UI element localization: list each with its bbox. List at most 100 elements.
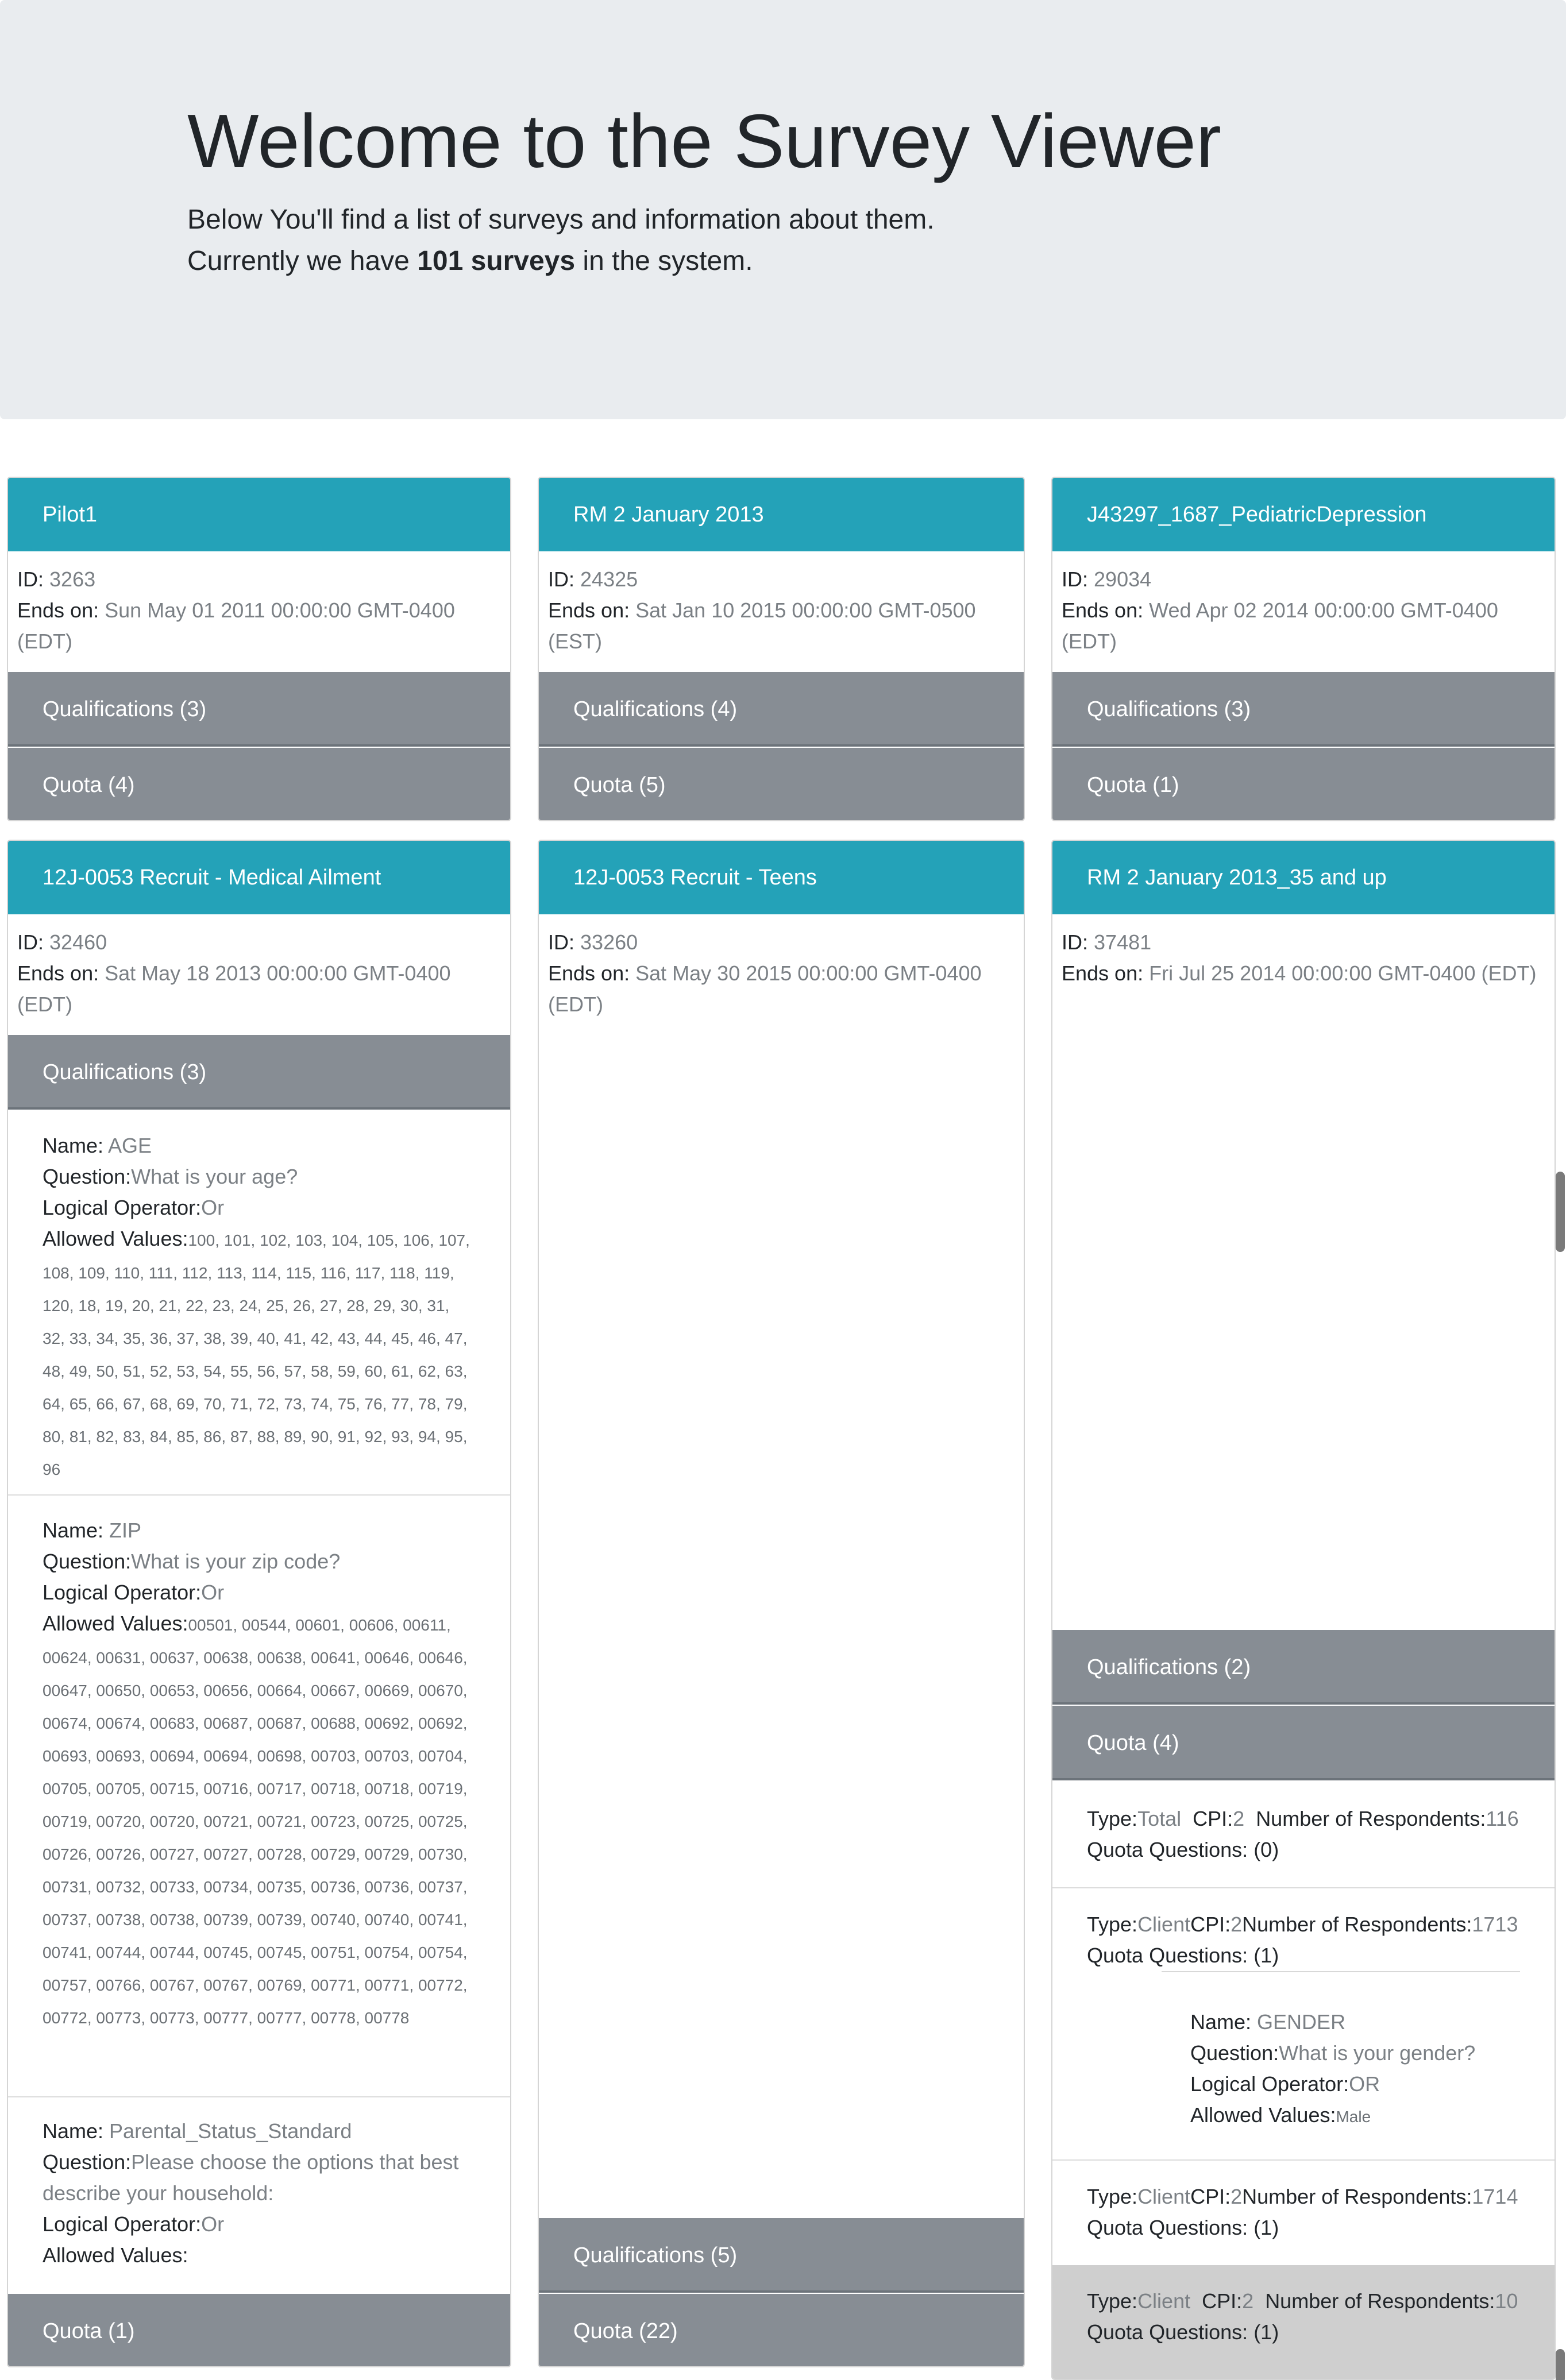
question-label: Question: [43,1165,132,1188]
page-title: Welcome to the Survey Viewer [187,99,1221,183]
qualifications-toggle[interactable]: Qualifications (2) [1052,1630,1555,1705]
divider [1162,1971,1520,1972]
survey-title[interactable]: Pilot1 [8,478,510,551]
qualifications-toggle[interactable]: Qualifications (3) [8,1035,510,1110]
ends-on-label: Ends on: [548,598,630,622]
survey-card: Pilot1 ID: 3263 Ends on: Sun May 01 2011… [7,477,511,821]
scrollbar-thumb[interactable] [1556,1172,1565,1252]
survey-title[interactable]: 12J-0053 Recruit - Teens [539,841,1024,914]
quota-toggle[interactable]: Quota (4) [8,748,510,820]
allowed-values: 100, 101, 102, 103, 104, 105, 106, 107, … [43,1231,470,1478]
allowed-values-label: Allowed Values: [43,1612,188,1635]
question-label: Question: [43,2150,132,2174]
quota-respondents: 10 [1495,2289,1518,2313]
survey-card: 12J-0053 Recruit - Medical Ailment ID: 3… [7,840,511,2367]
ends-on-label: Ends on: [17,961,99,985]
divider [8,2096,510,2097]
id-label: ID: [1062,567,1089,591]
quota-type: Client [1137,2185,1191,2208]
quota-questions-label: Quota Questions: [1087,1944,1248,1967]
survey-count: 101 surveys [417,246,576,276]
quota-type: Client [1137,1912,1191,1936]
ends-on-label: Ends on: [548,961,630,985]
quota-item: Type:ClientCPI:2Number of Respondents:17… [1087,1909,1532,1971]
survey-count-text: Currently we have 101 surveys in the sys… [187,245,753,278]
quota-type: Client [1137,2289,1191,2313]
name-label: Name: [43,1519,104,1542]
survey-id: 3263 [49,567,96,591]
id-label: ID: [17,567,44,591]
intro-text: Below You'll find a list of surveys and … [187,204,935,235]
type-label: Type: [1087,1807,1138,1830]
survey-id: 32460 [49,930,107,954]
survey-title[interactable]: RM 2 January 2013_35 and up [1052,841,1555,914]
qualifications-toggle[interactable]: Qualifications (5) [539,2218,1024,2293]
qualifications-toggle[interactable]: Qualifications (4) [539,672,1024,747]
quota-question: Name: GENDER Question:What is your gende… [1190,2007,1520,2132]
qualification-operator: Or [201,2212,225,2236]
quota-questions-label: Quota Questions: [1087,2320,1248,2344]
survey-id: 29034 [1094,567,1152,591]
quota-toggle[interactable]: Quota (1) [8,2294,510,2366]
respondents-label: Number of Respondents: [1265,2289,1495,2313]
quota-question-operator: OR [1349,2072,1380,2096]
operator-label: Logical Operator: [43,2212,202,2236]
survey-id: 33260 [580,930,638,954]
quota-respondents: 1713 [1472,1912,1518,1936]
divider [8,1494,510,1496]
ends-on-label: Ends on: [1062,598,1144,622]
cpi-label: CPI: [1190,1912,1231,1936]
quota-item-highlight[interactable]: Type:Client CPI:2 Number of Respondents:… [1052,2265,1555,2379]
quota-respondents: 116 [1486,1807,1519,1830]
qualification-name: ZIP [109,1519,142,1542]
survey-info: ID: 32460 Ends on: Sat May 18 2013 00:00… [8,927,510,1020]
quota-toggle[interactable]: Quota (5) [539,748,1024,820]
operator-label: Logical Operator: [1190,2072,1349,2096]
survey-info: ID: 29034 Ends on: Wed Apr 02 2014 00:00… [1052,564,1555,657]
quota-question-name: GENDER [1257,2010,1346,2034]
type-label: Type: [1087,1912,1138,1936]
survey-card: J43297_1687_PediatricDepression ID: 2903… [1051,477,1556,821]
survey-title[interactable]: 12J-0053 Recruit - Medical Ailment [8,841,510,914]
question-label: Question: [1190,2041,1279,2065]
quota-questions-label: Quota Questions: [1087,1838,1248,1861]
quota-item: Type:ClientCPI:2Number of Respondents:17… [1087,2181,1532,2243]
quota-questions-count: (1) [1253,2216,1279,2239]
survey-id: 24325 [580,567,638,591]
survey-title[interactable]: RM 2 January 2013 [539,478,1024,551]
survey-title[interactable]: J43297_1687_PediatricDepression [1052,478,1555,551]
name-label: Name: [1190,2010,1252,2034]
quota-questions-count: (1) [1253,2320,1279,2344]
quota-item: Type:Client CPI:2 Number of Respondents:… [1087,2286,1532,2348]
survey-card: RM 2 January 2013 ID: 24325 Ends on: Sat… [538,477,1025,821]
allowed-values-label: Allowed Values: [43,2243,188,2267]
qualification-operator: Or [201,1581,225,1604]
qualification-item: Name: ZIP Question:What is your zip code… [43,1515,476,2034]
qualification-question: What is your zip code? [131,1550,341,1573]
quota-type: Total [1137,1807,1182,1830]
quota-questions-label: Quota Questions: [1087,2216,1248,2239]
respondents-label: Number of Respondents: [1256,1807,1486,1830]
survey-info: ID: 3263 Ends on: Sun May 01 2011 00:00:… [8,564,510,657]
ends-on-label: Ends on: [1062,961,1144,985]
id-label: ID: [17,930,44,954]
quota-cpi: 2 [1231,2185,1243,2208]
scrollbar-thumb-lower[interactable] [1556,2349,1565,2380]
qualifications-toggle[interactable]: Qualifications (3) [8,672,510,747]
quota-toggle[interactable]: Quota (1) [1052,748,1555,820]
quota-questions-count: (1) [1253,1944,1279,1967]
quota-toggle[interactable]: Quota (22) [539,2294,1024,2366]
cpi-label: CPI: [1202,2289,1243,2313]
survey-card: RM 2 January 2013_35 and up ID: 37481 En… [1051,840,1556,2380]
type-label: Type: [1087,2185,1138,2208]
survey-count-suffix: in the system. [575,246,753,276]
name-label: Name: [43,1134,104,1157]
quota-cpi: 2 [1242,2289,1254,2313]
qualification-operator: Or [201,1196,225,1219]
id-label: ID: [548,567,575,591]
qualifications-toggle[interactable]: Qualifications (3) [1052,672,1555,747]
quota-toggle[interactable]: Quota (4) [1052,1706,1555,1780]
divider [1052,2159,1555,2161]
divider [1052,1887,1555,1888]
survey-card: 12J-0053 Recruit - Teens ID: 33260 Ends … [538,840,1025,2367]
